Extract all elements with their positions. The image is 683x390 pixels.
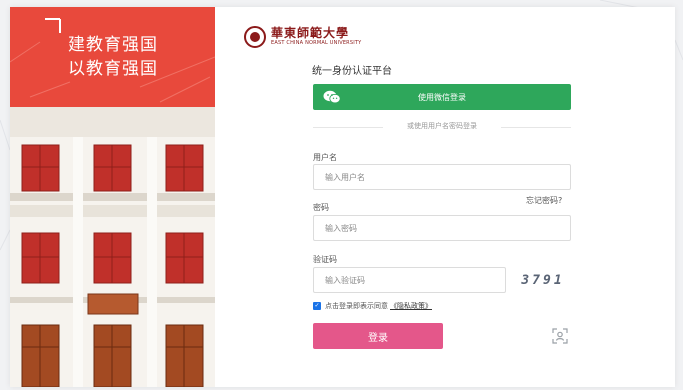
privacy-policy-link[interactable]: 《隐私政策》 <box>390 301 432 311</box>
username-label: 用户名 <box>313 153 337 162</box>
university-seal-icon <box>244 26 266 48</box>
wechat-login-button[interactable]: 使用微信登录 <box>313 84 571 110</box>
captcha-input[interactable] <box>314 268 505 293</box>
page-title: 统一身份认证平台 <box>312 66 392 77</box>
agreement-row: ✓ 点击登录即表示同意 《隐私政策》 <box>313 301 432 311</box>
university-name-cn: 華東師範大學 <box>271 26 350 40</box>
qr-face-scan-icon[interactable] <box>552 328 568 344</box>
agreement-text: 点击登录即表示同意 <box>325 302 388 310</box>
password-input[interactable] <box>314 216 570 241</box>
forgot-password-link[interactable]: 忘记密码? <box>526 195 562 206</box>
password-field-wrapper <box>313 215 571 241</box>
username-field-wrapper <box>313 164 571 190</box>
hero-slogan: 建教育强国 以教育强国 <box>68 33 158 81</box>
wechat-login-label: 使用微信登录 <box>418 92 466 102</box>
slogan-line-2: 以教育强国 <box>68 59 158 79</box>
agreement-checkbox[interactable]: ✓ <box>313 302 321 310</box>
university-logo: 華東師範大學 EAST CHINA NORMAL UNIVERSITY <box>244 26 361 48</box>
university-name-en: EAST CHINA NORMAL UNIVERSITY <box>271 40 362 46</box>
divider-text: 或使用用户名密码登录 <box>383 121 501 131</box>
username-input[interactable] <box>314 165 570 190</box>
login-button[interactable]: 登录 <box>313 323 443 349</box>
password-label: 密码 <box>313 203 329 212</box>
captcha-field-wrapper <box>313 267 506 293</box>
captcha-image[interactable]: 3791 <box>515 267 571 293</box>
captcha-label: 验证码 <box>313 255 337 264</box>
wechat-icon <box>323 90 341 104</box>
slogan-line-1: 建教育强国 <box>68 35 158 55</box>
hero-image: 建教育强国 以教育强国 <box>10 7 215 387</box>
